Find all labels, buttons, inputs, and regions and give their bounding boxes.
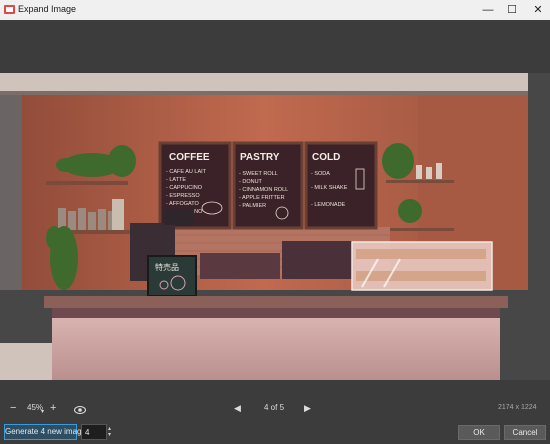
ok-button[interactable]: OK: [458, 425, 500, 440]
generated-image: COFFEE - CAFE AU LAIT - LATTE - CAPPUCIN…: [0, 73, 528, 380]
expanded-image-frame: COFFEE - CAFE AU LAIT - LATTE - CAPPUCIN…: [0, 73, 550, 380]
eye-icon[interactable]: [74, 404, 86, 414]
image-dimensions: 2174 x 1224: [498, 404, 537, 411]
menu-item: - LEMONADE: [311, 202, 346, 208]
count-stepper[interactable]: ▴ ▾: [108, 426, 111, 438]
previous-image-button[interactable]: ◀: [234, 401, 241, 415]
menu-item: - SODA: [311, 171, 330, 177]
menu-heading: COFFEE: [169, 152, 210, 163]
menu-item: - CAFE AU LAIT: [166, 169, 207, 175]
app-icon: [4, 5, 15, 14]
cancel-button[interactable]: Cancel: [504, 425, 546, 440]
menu-item: - DONUT: [239, 179, 263, 185]
chalk-sign-text: 特売品: [155, 262, 179, 272]
chalk-sign: 特売品: [147, 255, 197, 297]
menu-heading: COLD: [312, 152, 340, 163]
zoom-in-button[interactable]: +: [50, 401, 56, 415]
page-indicator: 4 of 5: [264, 403, 285, 412]
title-bar: Expand Image — ☐ ✕: [0, 0, 550, 20]
menu-item: - PALMIER: [239, 203, 266, 209]
menu-board-pastry: PASTRY - SWEET ROLL - DONUT - CINNAMON R…: [232, 141, 304, 230]
menu-item: - AFFOGATO: [166, 201, 200, 207]
action-bar: Generate 4 new images ▴▾ OK Cancel: [0, 422, 550, 442]
close-button[interactable]: ✕: [530, 2, 546, 18]
zoom-dropdown-icon[interactable]: ▾: [41, 405, 44, 419]
maximize-button[interactable]: ☐: [504, 2, 520, 18]
canvas-area: COFFEE - CAFE AU LAIT - LATTE - CAPPUCIN…: [0, 20, 550, 394]
generate-button[interactable]: Generate 4 new images: [4, 424, 90, 440]
image-count-input[interactable]: [81, 424, 107, 440]
window-title: Expand Image: [18, 4, 77, 14]
menu-item: - ESPRESSO: [166, 193, 200, 199]
cafe-scene-image: COFFEE - CAFE AU LAIT - LATTE - CAPPUCIN…: [0, 73, 528, 380]
menu-item: - MILK SHAKE: [311, 185, 348, 191]
menu-item: - LATTE: [166, 177, 186, 183]
menu-item: - CAPPUCINO: [166, 185, 203, 191]
minimize-button[interactable]: —: [480, 2, 496, 18]
menu-heading: PASTRY: [240, 152, 280, 163]
menu-item: - CINNAMON ROLL: [239, 187, 288, 193]
menu-item: - APPLE FRITTER: [239, 195, 285, 201]
menu-item: - SWEET ROLL: [239, 171, 278, 177]
next-image-button[interactable]: ▶: [304, 401, 311, 415]
zoom-out-button[interactable]: −: [10, 401, 16, 415]
menu-board-cold: COLD - SODA - MILK SHAKE - LEMONADE: [304, 141, 378, 230]
image-toolbar: − 45% ▾ + ◀ 4 of 5 ▶ 2174 x 1224: [0, 398, 550, 418]
